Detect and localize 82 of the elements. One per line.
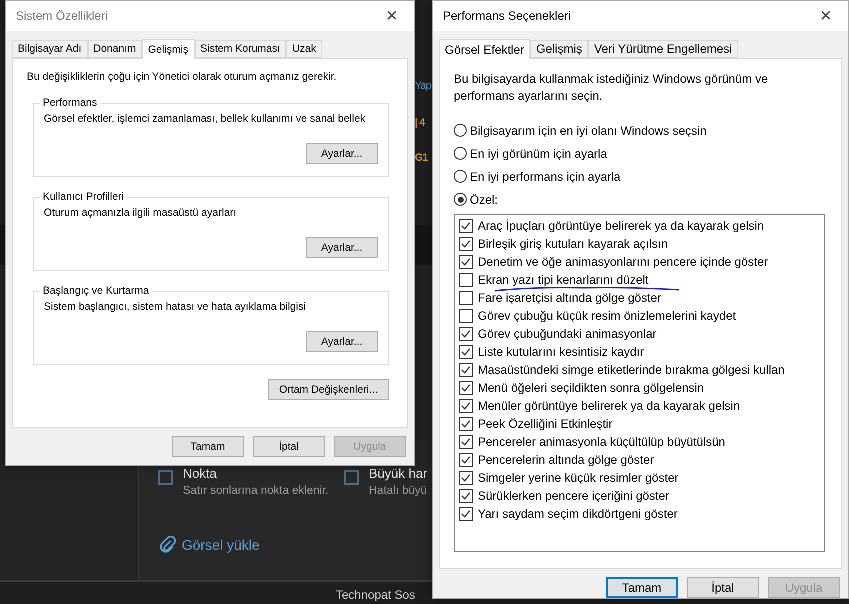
notice-text: Bu değişikliklerin çoğu için Yönetici olarak oturum açmanız gerekir. xyxy=(27,71,338,83)
checkbox[interactable] xyxy=(459,489,473,503)
checkbox[interactable] xyxy=(459,363,473,377)
effect-label: Masaüstündeki simge etiketlerinde bırakma gölgesi kullan xyxy=(478,363,785,377)
group-description: Sistem başlangıcı, sistem hatası ve hata ayıklama bilgisi xyxy=(44,301,308,313)
checkbox[interactable] xyxy=(459,399,473,413)
paperclip-icon xyxy=(160,536,176,554)
effect-label: Pencereler animasyonla küçültülüp büyütülsün xyxy=(478,435,726,449)
page-text-fragment: G1 xyxy=(415,152,428,164)
checkbox[interactable] xyxy=(459,453,473,467)
radio-button[interactable] xyxy=(454,147,467,160)
effect-label: Görev çubuğundaki animasyonlar xyxy=(478,327,657,341)
environment-variables-button[interactable]: Ortam Değişkenleri... xyxy=(268,379,389,400)
option-label: Büyük har xyxy=(369,466,428,481)
settings-button[interactable]: Ayarlar... xyxy=(306,331,378,352)
dialog-button[interactable]: İptal xyxy=(253,436,325,457)
window-title: Performans Seçenekleri xyxy=(443,9,572,23)
tab[interactable]: Gelişmiş xyxy=(142,39,194,59)
tab[interactable]: Gelişmiş xyxy=(530,40,588,58)
radio-button[interactable] xyxy=(454,124,467,137)
checkbox[interactable] xyxy=(459,507,473,521)
dialog-button[interactable]: İptal xyxy=(687,577,759,598)
effect-label: Menü öğeleri seçildikten sonra gölgelensin xyxy=(478,381,704,395)
effect-label: Araç İpuçları görüntüye belirerek ya da kayarak gelsin xyxy=(478,219,764,233)
option-checkbox[interactable] xyxy=(344,470,359,485)
checkbox[interactable] xyxy=(459,255,473,269)
close-button[interactable]: ✕ xyxy=(804,1,848,31)
radio-button[interactable] xyxy=(454,170,467,183)
radio-option[interactable]: Özel: xyxy=(454,188,825,211)
checkbox[interactable] xyxy=(459,309,473,323)
option-checkbox[interactable] xyxy=(158,470,173,485)
intro-text: Bu bilgisayarda kullanmak istediğiniz Windows görünüm ve performans ayarlarını seçin. xyxy=(454,71,770,105)
checkbox[interactable] xyxy=(459,237,473,251)
effect-label: Birleşik giriş kutuları kayarak açılsın xyxy=(478,237,668,251)
checkbox[interactable] xyxy=(459,327,473,341)
tab[interactable]: Uzak xyxy=(286,40,322,58)
dialog-button[interactable]: Tamam xyxy=(172,436,244,457)
tab[interactable]: Veri Yürütme Engellemesi xyxy=(588,40,738,58)
effect-label: Görev çubuğu küçük resim önizlemelerini kaydet xyxy=(478,309,736,323)
settings-button[interactable]: Ayarlar... xyxy=(306,143,378,164)
group-description: Görsel efektler, işlemci zamanlaması, bellek kullanımı ve sanal bellek xyxy=(44,113,367,125)
effect-label: Yarı saydam seçim dikdörtgeni göster xyxy=(478,507,678,521)
checkbox[interactable] xyxy=(459,219,473,233)
group-title: Başlangıç ve Kurtarma xyxy=(42,285,150,297)
radio-option[interactable]: En iyi görünüm için ayarla xyxy=(454,142,825,165)
checkbox[interactable] xyxy=(459,435,473,449)
effect-label: Pencerelerin altında gölge göster xyxy=(478,453,654,467)
checkbox[interactable] xyxy=(459,417,473,431)
checkbox[interactable] xyxy=(459,291,473,305)
footer-text: Technopat Sos xyxy=(336,588,416,602)
radio-option[interactable]: Bilgisayarım için en iyi olanı Windows seçsin xyxy=(454,119,825,142)
effect-label: Sürüklerken pencere içeriğini göster xyxy=(478,489,670,503)
option-description: Hatalı büyü xyxy=(369,485,428,497)
tab[interactable]: Görsel Efektler xyxy=(439,39,530,59)
group-title: Kullanıcı Profilleri xyxy=(42,191,126,203)
group-title: Performans xyxy=(42,97,98,109)
checkbox[interactable] xyxy=(459,471,473,485)
radio-option[interactable]: En iyi performans için ayarla xyxy=(454,165,825,188)
tab[interactable]: Donanım xyxy=(88,40,142,58)
tab[interactable]: Sistem Koruması xyxy=(194,40,286,58)
upload-image-link[interactable]: Görsel yükle xyxy=(160,536,260,554)
option-description: Satır sonlarına nokta eklenir. xyxy=(183,485,329,497)
effect-label: Peek Özelliğini Etkinleştir xyxy=(478,417,613,431)
effect-label: Simgeler yerine küçük resimler göster xyxy=(478,471,679,485)
dialog-button[interactable]: Tamam xyxy=(606,577,678,598)
effect-label: Liste kutularını kesintisiz kaydır xyxy=(478,345,644,359)
group-description: Oturum açmanızla ilgili masaüstü ayarları xyxy=(44,207,238,219)
radio-button[interactable] xyxy=(454,193,467,206)
checkbox[interactable] xyxy=(459,345,473,359)
effect-label: Denetim ve öğe animasyonlarını pencere içinde göster xyxy=(478,255,768,269)
checkbox[interactable] xyxy=(459,273,473,287)
effect-label: Fare işaretçisi altında gölge göster xyxy=(478,291,662,305)
window-title: Sistem Özellikleri xyxy=(16,9,108,23)
effect-label: Ekran yazı tipi kenarlarını düzelt xyxy=(478,273,649,287)
effect-label: Menüler görüntüye belirerek ya da kayarak gelsin xyxy=(478,399,740,413)
settings-button[interactable]: Ayarlar... xyxy=(306,237,378,258)
close-button[interactable]: ✕ xyxy=(370,1,414,31)
tab[interactable]: Bilgisayar Adı xyxy=(12,40,88,58)
page-text-fragment: | 4 xyxy=(415,117,425,129)
page-text-fragment: Yap xyxy=(415,80,432,92)
checkbox[interactable] xyxy=(459,381,473,395)
option-label: Nokta xyxy=(183,466,218,481)
